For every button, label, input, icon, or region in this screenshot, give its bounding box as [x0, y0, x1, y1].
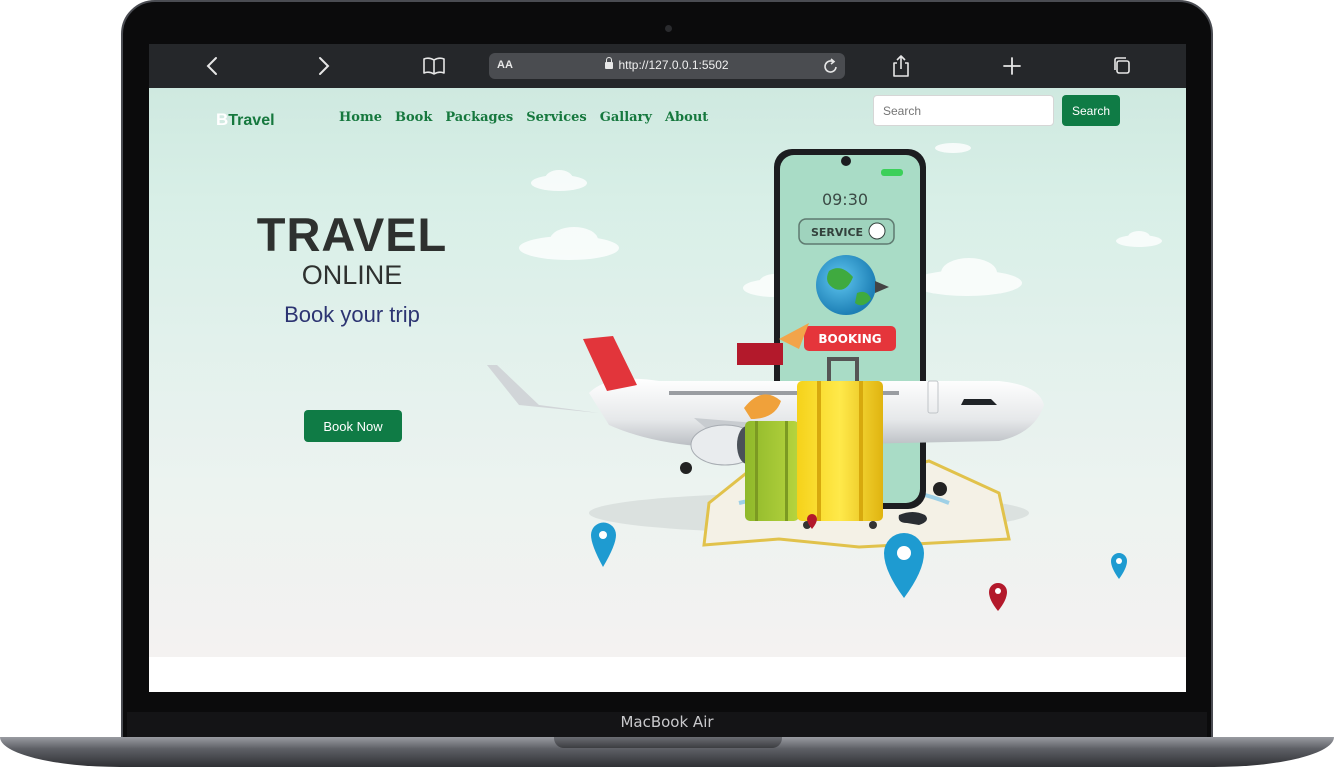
nav-link-gallery[interactable]: Gallary [600, 110, 652, 125]
lock-icon [605, 57, 614, 69]
camera-icon [665, 25, 672, 32]
nav-link-packages[interactable]: Packages [445, 110, 513, 125]
nav-link-services[interactable]: Services [526, 110, 587, 125]
bookmarks-icon[interactable] [421, 54, 447, 78]
device-label: MacBook Air [620, 713, 714, 731]
nav-link-about[interactable]: About [665, 110, 708, 125]
new-tab-icon[interactable] [999, 54, 1025, 78]
brand-logo[interactable]: BTravel [216, 110, 275, 130]
book-now-button[interactable]: Book Now [304, 410, 402, 442]
url-text: http://127.0.0.1:5502 [618, 58, 729, 72]
svg-text:SERVICE: SERVICE [811, 226, 863, 239]
brand-letter: B [216, 110, 229, 129]
svg-text:BOOKING: BOOKING [818, 332, 881, 346]
nav-link-home[interactable]: Home [339, 110, 382, 125]
address-bar[interactable]: AA http://127.0.0.1:5502 [489, 53, 845, 79]
laptop-notch [554, 737, 782, 748]
web-page: BTravel Home Book Packages Services Gall… [149, 88, 1186, 657]
hero-tagline: Book your trip [284, 302, 420, 327]
screen: AA http://127.0.0.1:5502 BTravel Home Bo… [149, 44, 1186, 692]
svg-text:09:30: 09:30 [822, 190, 868, 209]
nav-link-book[interactable]: Book [395, 110, 432, 125]
hero-title: TRAVEL [256, 208, 448, 261]
browser-toolbar: AA http://127.0.0.1:5502 [149, 44, 1186, 88]
search-button[interactable]: Search [1062, 95, 1120, 126]
reload-icon[interactable] [822, 56, 840, 81]
main-nav: Home Book Packages Services Gallary Abou… [339, 110, 708, 125]
hero-subtitle: ONLINE [301, 260, 403, 290]
search-input[interactable] [873, 95, 1054, 126]
travel-illustration: 09:30 SERVICE BOOKING [487, 143, 1162, 611]
share-icon[interactable] [888, 54, 914, 78]
back-icon[interactable] [200, 54, 226, 78]
tabs-icon[interactable] [1109, 54, 1135, 78]
brand-name: Travel [228, 112, 275, 129]
forward-icon[interactable] [310, 54, 336, 78]
page-footer-blank [149, 657, 1186, 692]
